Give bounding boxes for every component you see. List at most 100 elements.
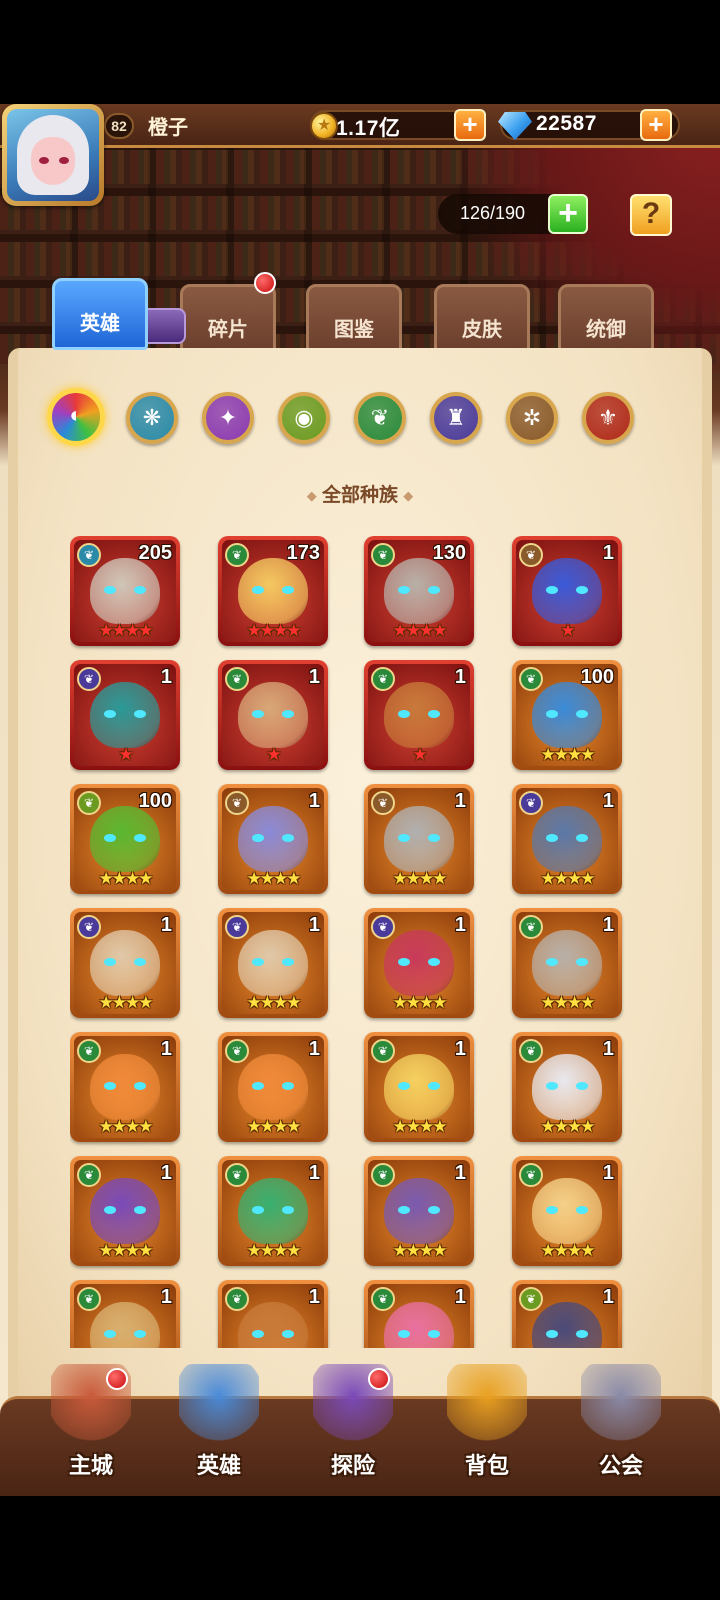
hero-faction-icon: ❦ [519, 1163, 543, 1187]
add-gold-button[interactable]: + [454, 109, 486, 141]
hero-stars: ★★★★ [392, 993, 448, 1012]
hero-faction-icon: ❦ [77, 915, 101, 939]
hero-level: 205 [138, 542, 172, 564]
hero-card[interactable]: ❦ 1 ★★★★ [218, 1156, 328, 1266]
hero-card[interactable]: ❦ 1 ★★★★ [364, 1032, 474, 1142]
hero-portrait: ❦ 1 ★★★★ [368, 1036, 470, 1138]
hero-portrait: ❦ 1 ★★★★ [368, 788, 470, 890]
hero-card[interactable]: ❦ 1 ★★★★ [70, 1156, 180, 1266]
hero-portrait: ❦ 1 [516, 1284, 618, 1348]
hero-portrait: ❦ 1 ★★★★ [516, 1160, 618, 1262]
hero-stars: ★ [266, 745, 281, 764]
nav-hero[interactable]: 英雄 [164, 1364, 274, 1494]
faction-wheel-icon[interactable]: ✲ [506, 392, 558, 444]
hero-faction-icon: ❦ [77, 791, 101, 815]
nav-label: 英雄 [196, 1453, 241, 1478]
hero-faction-icon: ❦ [225, 667, 249, 691]
hero-card[interactable]: ❦ 1 ★★★★ [512, 1156, 622, 1266]
hero-faction-icon: ❦ [225, 1039, 249, 1063]
hero-card[interactable]: ❦ 100 ★★★★ [70, 784, 180, 894]
hero-level: 1 [454, 1162, 466, 1184]
hero-card[interactable]: ❦ 130 ★★★★ [364, 536, 474, 646]
hero-stars: ★★★★ [98, 1117, 154, 1136]
hero-grid: ❦ 205 ★★★★ ❦ 173 ★★★★ ❦ 130 ★★★★ ❦ 1 ★ ❦ 1 ★ ❦ 1 ★ ❦ 1 ★ ❦ 100… [70, 536, 630, 1348]
all-factions-icon[interactable]: ◐ [47, 388, 105, 446]
nav-backpack[interactable]: 背包 [432, 1364, 542, 1494]
faction-ice-icon[interactable]: ❋ [126, 392, 178, 444]
tab-command[interactable]: 统御 [558, 284, 654, 356]
hero-card[interactable]: ❦ 1 ★★★★ [70, 1032, 180, 1142]
hero-card[interactable]: ❦ 100 ★★★★ [512, 660, 622, 770]
hero-card[interactable]: ❦ 1 ★★★★ [364, 1156, 474, 1266]
faction-fire-icon[interactable]: ⚜ [582, 392, 634, 444]
hero-stars: ★ [118, 745, 133, 764]
faction-eye-icon[interactable]: ◉ [278, 392, 330, 444]
hero-card[interactable]: ❦ 1 ★★★★ [512, 1032, 622, 1142]
hero-faction-icon: ❦ [371, 1039, 395, 1063]
hero-card[interactable]: ❦ 1 [70, 1280, 180, 1348]
gold-amount: 1.17亿 [336, 117, 401, 140]
hero-card[interactable]: ❦ 1 ★★★★ [70, 908, 180, 1018]
hero-faction-icon: ❦ [77, 667, 101, 691]
hero-card[interactable]: ❦ 1 [364, 1280, 474, 1348]
hero-level: 1 [602, 790, 614, 812]
add-gems-button[interactable]: + [640, 109, 672, 141]
hero-stars: ★★★★ [540, 993, 596, 1012]
hero-level: 1 [160, 1162, 172, 1184]
hero-portrait: ❦ 1 ★ [516, 540, 618, 642]
hero-stars: ★★★★ [246, 1117, 302, 1136]
hero-portrait: ❦ 1 ★★★★ [222, 912, 324, 1014]
hero-portrait: ❦ 1 ★★★★ [222, 788, 324, 890]
tab-fragments[interactable]: 碎片 [180, 284, 276, 356]
faction-arcane-icon[interactable]: ✦ [202, 392, 254, 444]
nav-portal[interactable]: 探险 [298, 1364, 408, 1494]
hero-card[interactable]: ❦ 1 ★★★★ [218, 1032, 328, 1142]
nav-label: 主城 [68, 1453, 113, 1478]
tab-codex[interactable]: 图鉴 [306, 284, 402, 356]
nav-castle[interactable]: 主城 [36, 1364, 146, 1494]
hero-card[interactable]: ❦ 1 ★★★★ [218, 908, 328, 1018]
nav-label: 探险 [330, 1453, 375, 1478]
nav-guild[interactable]: 公会 [566, 1364, 676, 1494]
hero-card[interactable]: ❦ 1 ★ [512, 536, 622, 646]
hero-card[interactable]: ❦ 1 ★★★★ [512, 784, 622, 894]
hero-portrait: ❦ 1 ★★★★ [74, 912, 176, 1014]
hero-level: 173 [286, 542, 320, 564]
tab-skins[interactable]: 皮肤 [434, 284, 530, 356]
hero-card[interactable]: ❦ 173 ★★★★ [218, 536, 328, 646]
race-filter-text: 全部种族 [321, 485, 398, 506]
hero-card[interactable]: ❦ 1 [512, 1280, 622, 1348]
hero-card[interactable]: ❦ 205 ★★★★ [70, 536, 180, 646]
hero-level: 1 [160, 914, 172, 936]
hero-stars: ★★★★ [98, 869, 154, 888]
hero-faction-icon: ❦ [519, 543, 543, 567]
hero-card[interactable]: ❦ 1 [218, 1280, 328, 1348]
hero-level: 1 [602, 1038, 614, 1060]
hero-level: 1 [454, 790, 466, 812]
hero-card[interactable]: ❦ 1 ★★★★ [364, 908, 474, 1018]
hero-portrait: ❦ 100 ★★★★ [74, 788, 176, 890]
faction-nature-icon[interactable]: ❦ [354, 392, 406, 444]
hero-card[interactable]: ❦ 1 ★★★★ [364, 784, 474, 894]
fragments-notification-dot [254, 272, 276, 294]
faction-demon-icon[interactable]: ♜ [430, 392, 482, 444]
hero-card[interactable]: ❦ 1 ★ [364, 660, 474, 770]
hero-portrait: ❦ 1 ★★★★ [516, 788, 618, 890]
hero-faction-icon: ❦ [519, 1039, 543, 1063]
hero-card[interactable]: ❦ 1 ★ [218, 660, 328, 770]
hero-card[interactable]: ❦ 1 ★★★★ [218, 784, 328, 894]
player-avatar[interactable] [2, 104, 104, 206]
hero-stars: ★★★★ [98, 621, 154, 640]
expand-capacity-button[interactable]: + [548, 194, 588, 234]
hero-faction-icon: ❦ [77, 543, 101, 567]
hero-level: 1 [308, 1286, 320, 1308]
tab-heroes[interactable]: 英雄 [52, 278, 148, 350]
hero-stars: ★ [412, 745, 427, 764]
hero-card[interactable]: ❦ 1 ★★★★ [512, 908, 622, 1018]
gem-amount: 22587 [536, 112, 597, 135]
hero-portrait: ❦ 1 ★★★★ [516, 1036, 618, 1138]
player-name: 橙子 [148, 117, 188, 139]
hero-card[interactable]: ❦ 1 ★ [70, 660, 180, 770]
help-button[interactable]: ? [630, 194, 672, 236]
hero-stars: ★ [560, 621, 575, 640]
